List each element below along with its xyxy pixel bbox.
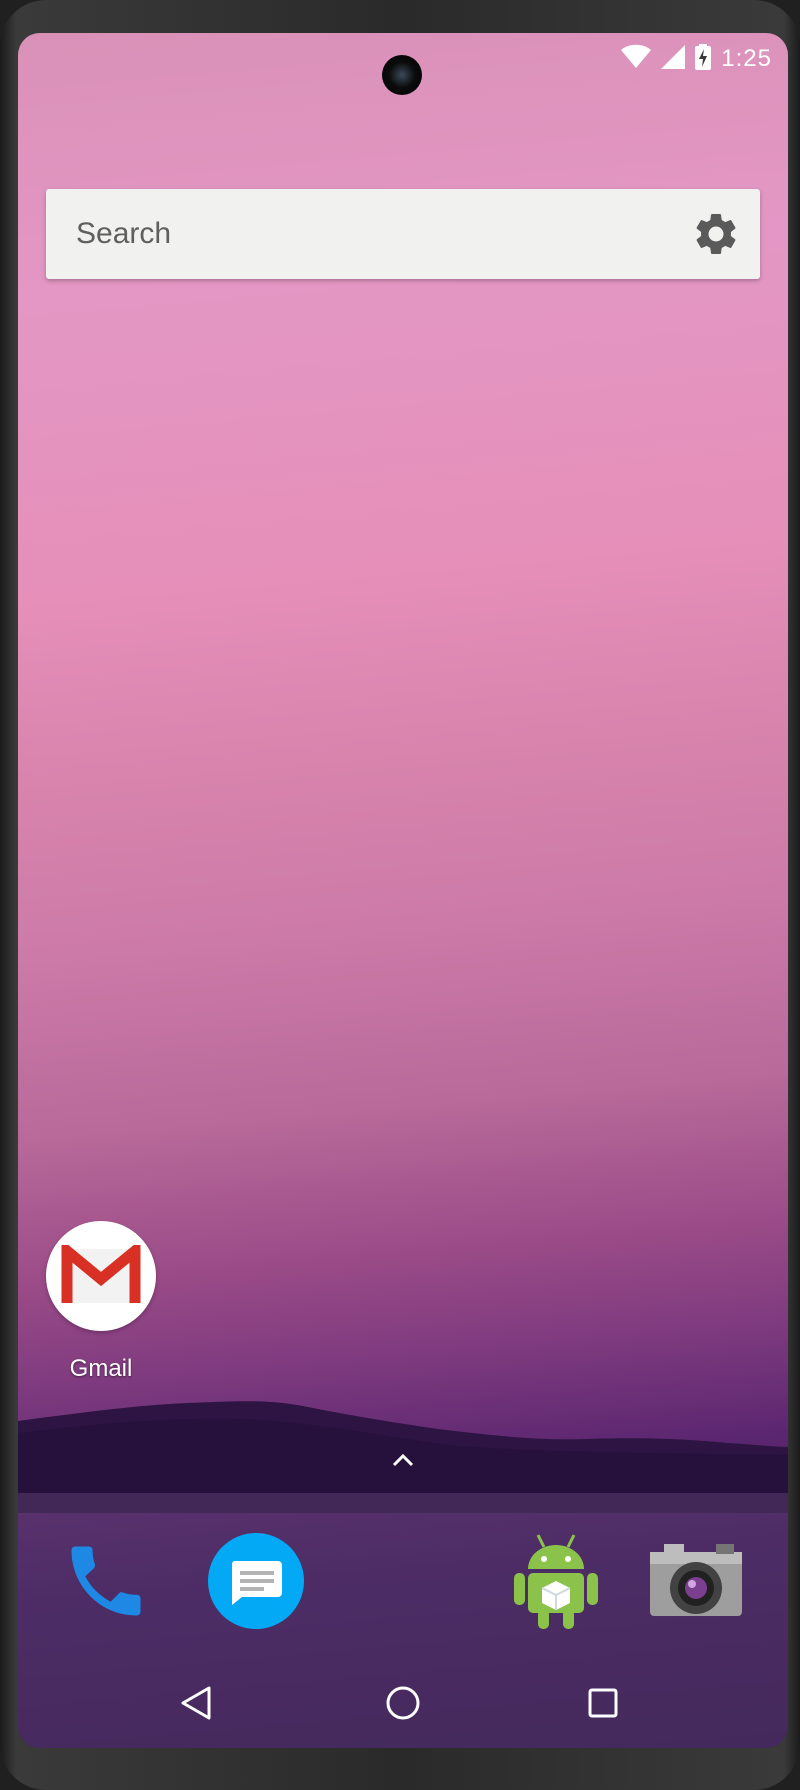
wifi-icon <box>621 44 652 75</box>
messages-icon <box>206 1531 306 1636</box>
status-time: 1:25 <box>721 45 772 72</box>
dock-app-camera[interactable] <box>646 1533 746 1633</box>
back-icon[interactable] <box>166 1673 226 1733</box>
battery-charging-icon <box>695 43 712 75</box>
app-gmail[interactable]: Gmail <box>46 1221 156 1383</box>
gmail-icon <box>46 1221 156 1331</box>
navigation-bar <box>18 1673 788 1748</box>
camera-icon <box>646 1538 746 1629</box>
device-frame: 1:25 Search Gmail <box>0 0 800 1790</box>
recents-icon[interactable] <box>573 1673 633 1733</box>
home-icon[interactable] <box>373 1673 433 1733</box>
status-bar: 1:25 <box>621 39 772 79</box>
search-bar[interactable]: Search <box>46 189 760 279</box>
chevron-up-icon[interactable] <box>383 1445 423 1475</box>
dock-app-phone[interactable] <box>56 1533 156 1633</box>
phone-icon <box>60 1535 152 1632</box>
cell-signal-icon <box>661 44 686 74</box>
dock-app-android[interactable] <box>506 1533 606 1633</box>
gear-icon[interactable] <box>690 208 742 260</box>
search-input[interactable]: Search <box>76 217 171 251</box>
app-label-gmail: Gmail <box>69 1355 133 1382</box>
android-app-icon <box>508 1529 604 1638</box>
dock-app-messages[interactable] <box>206 1531 306 1636</box>
home-screen: 1:25 Search Gmail <box>18 33 788 1748</box>
front-camera <box>382 55 422 95</box>
